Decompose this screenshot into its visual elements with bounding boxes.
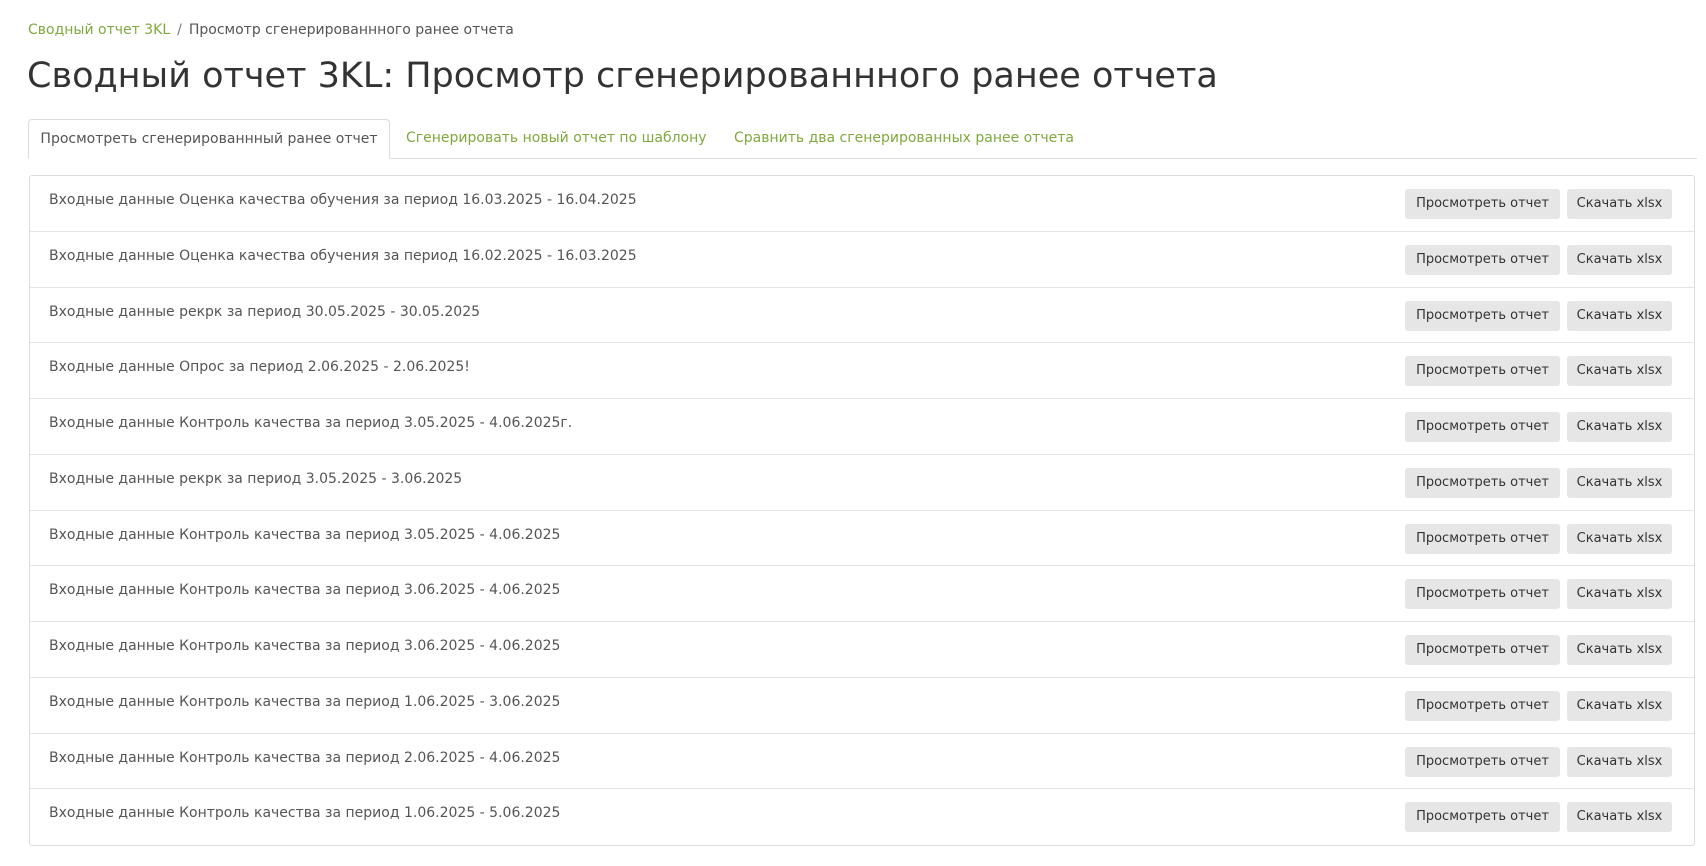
view-report-button[interactable]: Просмотреть отчет	[1405, 244, 1560, 275]
breadcrumb-current: Просмотр сгенерированнного ранее отчета	[188, 22, 514, 38]
view-report-button[interactable]: Просмотреть отчет	[1405, 802, 1560, 833]
report-title: Входные данные Контроль качества за пери…	[49, 693, 561, 710]
report-list: Входные данные Оценка качества обучения …	[29, 175, 1695, 846]
download-xlsx-button[interactable]: Скачать xlsx	[1567, 523, 1672, 554]
view-report-button[interactable]: Просмотреть отчет	[1405, 467, 1560, 498]
download-xlsx-button[interactable]: Скачать xlsx	[1567, 579, 1672, 610]
report-title: Входные данные Контроль качества за пери…	[49, 805, 561, 822]
breadcrumb: Сводный отчет 3KL / Просмотр сгенерированн…	[28, 20, 514, 40]
view-report-button[interactable]: Просмотреть отчет	[1405, 579, 1560, 610]
download-xlsx-button[interactable]: Скачать xlsx	[1567, 690, 1672, 721]
report-title: Входные данные Контроль качества за пери…	[49, 526, 561, 543]
tab-compare-reports[interactable]: Сравнить два сгенерированных ранее отчет…	[734, 119, 1074, 158]
download-xlsx-button[interactable]: Скачать xlsx	[1567, 746, 1672, 777]
report-row: Входные данные Оценка качества обучения …	[30, 176, 1694, 232]
view-report-button[interactable]: Просмотреть отчет	[1405, 412, 1560, 442]
report-title: Входные данные Опрос за период 2.06.2025…	[49, 359, 470, 376]
report-row: Входные данные рекрк за период 3.05.2025…	[30, 455, 1694, 511]
report-row: Входные данные Контроль качества за пери…	[30, 511, 1694, 567]
breadcrumb-root-link[interactable]: Сводный отчет 3KL	[28, 22, 170, 38]
report-row: Входные данные Опрос за период 2.06.2025…	[30, 343, 1694, 399]
download-xlsx-button[interactable]: Скачать xlsx	[1567, 356, 1672, 387]
download-xlsx-button[interactable]: Скачать xlsx	[1567, 300, 1672, 331]
report-row: Входные данные Контроль качества за пери…	[30, 399, 1694, 455]
breadcrumb-separator: /	[177, 22, 182, 38]
report-row: Входные данные Контроль качества за пери…	[30, 734, 1694, 790]
report-row: Входные данные Контроль качества за пери…	[30, 566, 1694, 622]
view-report-button[interactable]: Просмотреть отчет	[1405, 635, 1560, 665]
report-title: Входные данные Контроль качества за пери…	[49, 749, 561, 766]
tab-generate-report[interactable]: Сгенерировать новый отчет по шаблону	[406, 119, 707, 158]
report-row: Входные данные рекрк за период 30.05.202…	[30, 288, 1694, 344]
download-xlsx-button[interactable]: Скачать xlsx	[1567, 802, 1672, 833]
tab-bar: Просмотреть сгенерированнный ранее отчет…	[28, 119, 1697, 159]
view-report-button[interactable]: Просмотреть отчет	[1405, 690, 1560, 721]
report-row: Входные данные Оценка качества обучения …	[30, 232, 1694, 288]
view-report-button[interactable]: Просмотреть отчет	[1405, 300, 1560, 331]
download-xlsx-button[interactable]: Скачать xlsx	[1567, 189, 1672, 219]
view-report-button[interactable]: Просмотреть отчет	[1405, 356, 1560, 387]
download-xlsx-button[interactable]: Скачать xlsx	[1567, 467, 1672, 498]
view-report-button[interactable]: Просмотреть отчет	[1405, 189, 1560, 219]
view-report-button[interactable]: Просмотреть отчет	[1405, 746, 1560, 777]
report-title: Входные данные Оценка качества обучения …	[49, 192, 637, 208]
report-title: Входные данные Контроль качества за пери…	[49, 582, 561, 599]
page-title: Сводный отчет 3KL: Просмотр сгенерирован…	[27, 56, 1218, 96]
report-row: Входные данные Контроль качества за пери…	[30, 622, 1694, 678]
tab-view-report[interactable]: Просмотреть сгенерированнный ранее отчет	[28, 119, 390, 159]
download-xlsx-button[interactable]: Скачать xlsx	[1567, 244, 1672, 275]
report-title: Входные данные Контроль качества за пери…	[49, 638, 561, 654]
download-xlsx-button[interactable]: Скачать xlsx	[1567, 412, 1672, 442]
page: Сводный отчет 3KL / Просмотр сгенерированн…	[0, 0, 1706, 866]
report-title: Входные данные Оценка качества обучения …	[49, 247, 637, 264]
view-report-button[interactable]: Просмотреть отчет	[1405, 523, 1560, 554]
download-xlsx-button[interactable]: Скачать xlsx	[1567, 635, 1672, 665]
report-row: Входные данные Контроль качества за пери…	[30, 789, 1694, 845]
report-title: Входные данные рекрк за период 3.05.2025…	[49, 470, 463, 487]
report-title: Входные данные Контроль качества за пери…	[49, 415, 573, 431]
report-row: Входные данные Контроль качества за пери…	[30, 678, 1694, 734]
report-title: Входные данные рекрк за период 30.05.202…	[49, 303, 481, 320]
